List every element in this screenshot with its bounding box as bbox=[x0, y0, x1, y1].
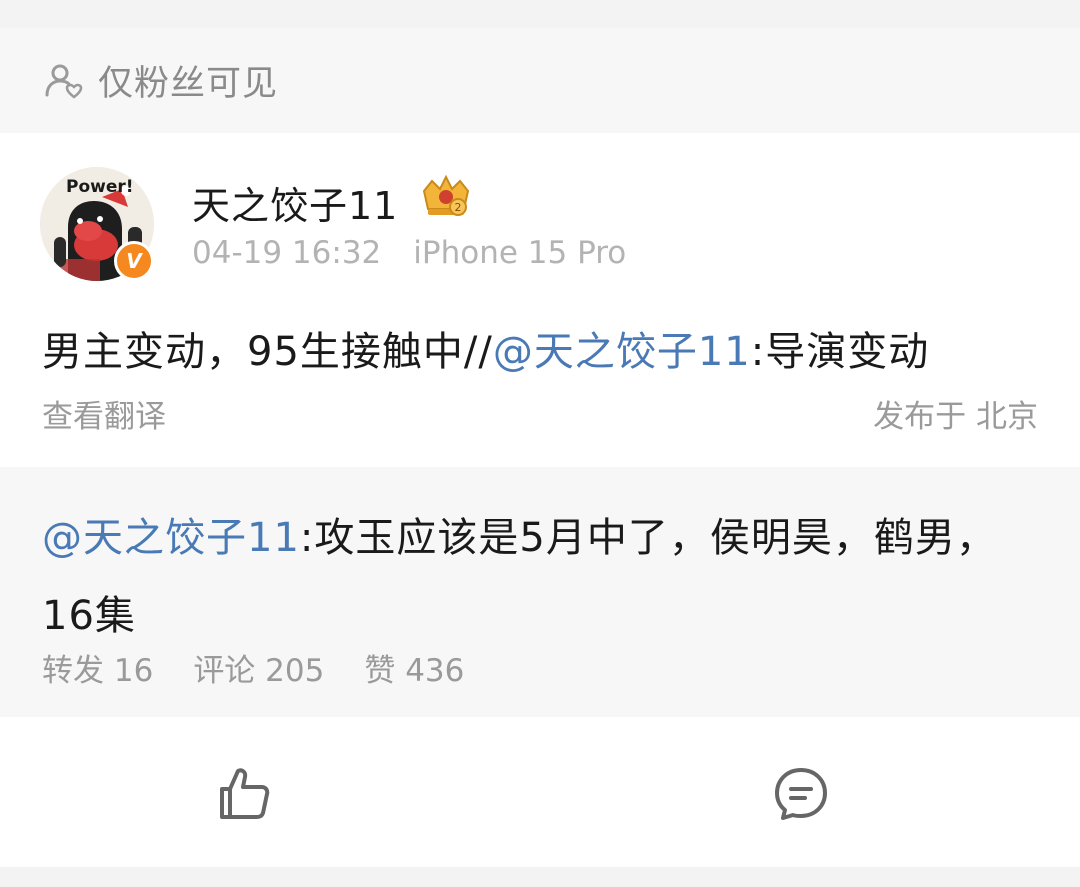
top-strip bbox=[0, 0, 1080, 28]
visibility-notice: 仅粉丝可见 bbox=[0, 28, 1080, 133]
reposted-content[interactable]: @天之饺子11:攻玉应该是5月中了，侯明昊，鹤男， 16集 转发 16 评论 2… bbox=[0, 467, 1080, 717]
comment-count[interactable]: 评论 205 bbox=[193, 645, 324, 690]
repost-text: @天之饺子11:攻玉应该是5月中了，侯明昊，鹤男， 16集 bbox=[42, 499, 1038, 655]
post-device: iPhone 15 Pro bbox=[413, 235, 627, 271]
verified-badge: V bbox=[114, 241, 154, 281]
avatar-caption: Power! bbox=[66, 177, 134, 197]
action-bar bbox=[0, 717, 1080, 867]
user-privacy-icon bbox=[45, 64, 83, 99]
repost-count[interactable]: 转发 16 bbox=[42, 645, 153, 690]
mention-link[interactable]: @天之饺子11 bbox=[493, 329, 751, 375]
post-text-prefix: 男主变动，95生接触中// bbox=[42, 329, 493, 375]
comment-icon[interactable] bbox=[772, 765, 830, 823]
repost-stats: 转发 16 评论 205 赞 436 bbox=[42, 645, 464, 690]
post-meta: 04-19 16:32 iPhone 15 Pro bbox=[192, 235, 626, 271]
post-timestamp: 04-19 16:32 bbox=[192, 235, 382, 271]
bottom-strip bbox=[0, 867, 1080, 887]
post-content: 男主变动，95生接触中//@天之饺子11:导演变动 bbox=[42, 319, 929, 377]
post-location: 发布于 北京 bbox=[873, 399, 1038, 435]
post-card[interactable]: Power! V 天之饺子11 2 04-19 16:32 iPhone 15 … bbox=[0, 133, 1080, 467]
avatar[interactable]: Power! V bbox=[40, 167, 154, 281]
like-count[interactable]: 赞 436 bbox=[364, 645, 464, 690]
crown-level-badge-icon[interactable]: 2 bbox=[418, 173, 474, 221]
visibility-label: 仅粉丝可见 bbox=[98, 64, 279, 104]
svg-text:2: 2 bbox=[455, 201, 462, 214]
author-name[interactable]: 天之饺子11 bbox=[192, 175, 398, 230]
translate-link[interactable]: 查看翻译 bbox=[42, 391, 166, 436]
post-text-suffix: :导演变动 bbox=[750, 329, 930, 375]
repost-mention-link[interactable]: @天之饺子11 bbox=[42, 515, 300, 561]
thumbs-up-icon[interactable] bbox=[214, 763, 274, 823]
